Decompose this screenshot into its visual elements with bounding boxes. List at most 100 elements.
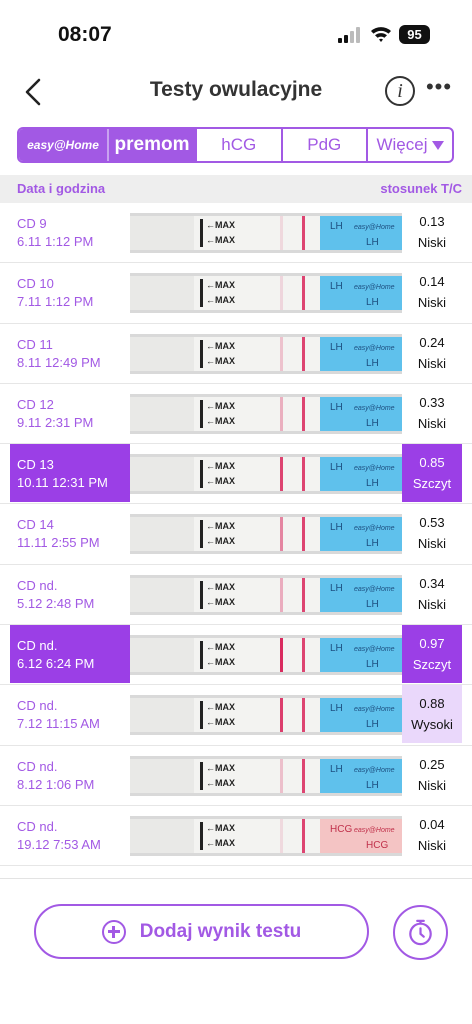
tab-hcg[interactable]: hCG — [195, 129, 281, 161]
test-datetime: 6.11 1:12 PM — [17, 234, 94, 249]
svg-text:←MAX: ←MAX — [206, 521, 235, 531]
svg-text:←MAX: ←MAX — [206, 476, 235, 486]
test-type-tabs: easy@Home premom hCG PdG Więcej — [17, 127, 454, 163]
lh-level-label: Niski — [417, 235, 447, 250]
cycle-day: CD nd. — [17, 577, 58, 593]
result-row[interactable]: CD nd. 6.12 6:24 PM ←MAX ←MAX LH LH easy@Home 0… — [0, 625, 472, 686]
column-ratio-label: stosunek T/C — [380, 181, 462, 196]
svg-text:LH: LH — [366, 237, 379, 248]
lh-level-label: Niski — [417, 596, 447, 612]
svg-text:←MAX: ←MAX — [206, 416, 235, 426]
svg-text:LH: LH — [330, 281, 343, 292]
svg-text:easy@Home: easy@Home — [354, 525, 395, 532]
test-strip-image: ←MAX ←MAX LH LH easy@Home — [130, 333, 402, 374]
result-row[interactable]: CD 14 11.11 2:55 PM ←MAX ←MAX LH LH easy@Home 0… — [0, 504, 472, 565]
result-date-cell: CD 14 11.11 2:55 PM — [10, 504, 130, 562]
cycle-day: CD 14 — [17, 517, 54, 533]
svg-text:←MAX: ←MAX — [206, 280, 235, 290]
svg-text:easy@Home: easy@Home — [354, 767, 395, 774]
tc-ratio-value: 0.33 — [419, 394, 445, 410]
result-row[interactable]: CD nd. 5.12 2:48 PM ←MAX ←MAX LH LH easy@Home 0… — [0, 565, 472, 626]
tab-easy-home[interactable]: easy@Home — [19, 129, 107, 161]
result-date-cell: CD nd. 19.12 7:53 AM — [10, 806, 130, 864]
svg-text:←MAX: ←MAX — [206, 657, 235, 667]
tab-premom[interactable]: premom — [107, 129, 195, 161]
svg-text:LH: LH — [330, 342, 343, 353]
test-datetime: 9.11 2:31 PM — [17, 414, 94, 430]
status-bar: 08:07 95 — [0, 0, 472, 64]
column-header: Data i godzina stosunek T/C — [0, 175, 472, 203]
lh-level-label: Niski — [417, 777, 447, 793]
svg-text:LH: LH — [366, 659, 379, 670]
tc-ratio-value: 0.53 — [419, 515, 445, 531]
timer-icon[interactable] — [393, 905, 448, 960]
svg-text:←MAX: ←MAX — [206, 356, 235, 366]
add-test-result-button[interactable]: Dodaj wynik testu — [34, 904, 369, 959]
tab-pdg[interactable]: PdG — [280, 129, 367, 161]
result-date-cell: CD nd. 8.12 1:06 PM — [10, 746, 130, 804]
result-row[interactable]: CD 10 7.11 1:12 PM ←MAX ←MAX LH LH easy@Home 0.… — [0, 263, 472, 324]
result-row[interactable]: CD 9 6.11 1:12 PM ←MAX ←MAX LH LH easy@Home 0.1… — [0, 203, 472, 264]
test-datetime: 8.12 1:06 PM — [17, 776, 95, 792]
lh-level-label: Niski — [417, 355, 447, 371]
svg-text:←MAX: ←MAX — [206, 536, 235, 546]
lh-level-label: Niski — [417, 837, 447, 853]
cycle-day: CD nd. — [17, 698, 58, 714]
svg-text:LH: LH — [366, 599, 379, 610]
test-strip-image: ←MAX ←MAX LH LH easy@Home — [130, 454, 402, 495]
plus-circle-icon — [101, 919, 126, 944]
svg-text:HCG: HCG — [330, 824, 352, 835]
svg-text:easy@Home: easy@Home — [354, 827, 395, 834]
test-strip-image: ←MAX ←MAX LH LH easy@Home — [130, 393, 402, 434]
svg-text:←MAX: ←MAX — [206, 220, 235, 230]
ratio-cell: 0.88 Wysoki — [402, 685, 462, 744]
test-strip-image: ←MAX ←MAX LH LH easy@Home — [130, 574, 402, 615]
result-date-cell: CD nd. 7.12 11:15 AM — [10, 685, 130, 743]
cycle-day: CD 9 — [17, 216, 47, 231]
svg-text:←MAX: ←MAX — [206, 702, 235, 712]
tc-ratio-value: 0.85 — [419, 455, 445, 471]
svg-text:LH: LH — [330, 462, 343, 473]
test-datetime: 6.12 6:24 PM — [17, 656, 95, 672]
tc-ratio-value: 0.13 — [419, 214, 445, 229]
result-row[interactable]: CD 13 10.11 12:31 PM ←MAX ←MAX LH LH easy@Home… — [0, 444, 472, 505]
ratio-cell: 0.53 Niski — [402, 504, 462, 562]
tc-ratio-value: 0.25 — [419, 756, 445, 772]
tab-more[interactable]: Więcej — [366, 129, 452, 161]
signal-icon — [338, 27, 360, 43]
lh-level-label: Szczyt — [412, 657, 452, 673]
svg-text:LH: LH — [330, 583, 343, 594]
test-datetime: 10.11 12:31 PM — [17, 475, 108, 491]
svg-text:←MAX: ←MAX — [206, 341, 235, 351]
result-row[interactable]: CD nd. 19.12 7:53 AM ←MAX ←MAX HCG HCG easy@Ho… — [0, 806, 472, 867]
svg-text:←MAX: ←MAX — [206, 295, 235, 305]
result-row[interactable]: CD 11 8.11 12:49 PM ←MAX ←MAX LH LH easy@Home 0… — [0, 324, 472, 384]
test-datetime: 11.11 2:55 PM — [17, 535, 100, 551]
cycle-day: CD nd. — [17, 818, 58, 834]
svg-text:HCG: HCG — [366, 840, 388, 851]
svg-text:easy@Home: easy@Home — [354, 405, 395, 412]
test-strip-image: ←MAX ←MAX LH LH easy@Home — [130, 695, 402, 736]
tc-ratio-value: 0.24 — [419, 334, 445, 350]
lh-level-label: Szczyt — [412, 476, 452, 492]
tc-ratio-value: 0.04 — [419, 816, 445, 832]
test-results-list: CD 9 6.11 1:12 PM ←MAX ←MAX LH LH easy@Home 0.1… — [0, 203, 472, 867]
result-row[interactable]: CD nd. 8.12 1:06 PM ←MAX ←MAX LH LH easy@Home 0… — [0, 746, 472, 806]
info-icon[interactable]: i — [385, 76, 415, 106]
result-date-cell: CD 11 8.11 12:49 PM — [10, 324, 130, 382]
result-date-cell: CD 10 7.11 1:12 PM — [10, 263, 130, 321]
test-strip-image: ←MAX ←MAX LH LH easy@Home — [130, 213, 402, 253]
ratio-cell: 0.24 Niski — [402, 324, 462, 382]
svg-text:←MAX: ←MAX — [206, 235, 235, 245]
test-strip-image: ←MAX ←MAX LH LH easy@Home — [130, 514, 402, 555]
svg-text:LH: LH — [366, 418, 379, 429]
svg-text:←MAX: ←MAX — [206, 763, 235, 773]
more-icon[interactable]: ••• — [424, 76, 454, 106]
wifi-icon — [371, 27, 391, 42]
test-datetime: 19.12 7:53 AM — [17, 836, 101, 852]
result-row[interactable]: CD nd. 7.12 11:15 AM ←MAX ←MAX LH LH easy@Home… — [0, 685, 472, 746]
cycle-day: CD 11 — [17, 336, 53, 352]
svg-text:←MAX: ←MAX — [206, 642, 235, 652]
result-row[interactable]: CD 12 9.11 2:31 PM ←MAX ←MAX LH LH easy@Home 0.… — [0, 384, 472, 445]
svg-text:←MAX: ←MAX — [206, 823, 235, 833]
